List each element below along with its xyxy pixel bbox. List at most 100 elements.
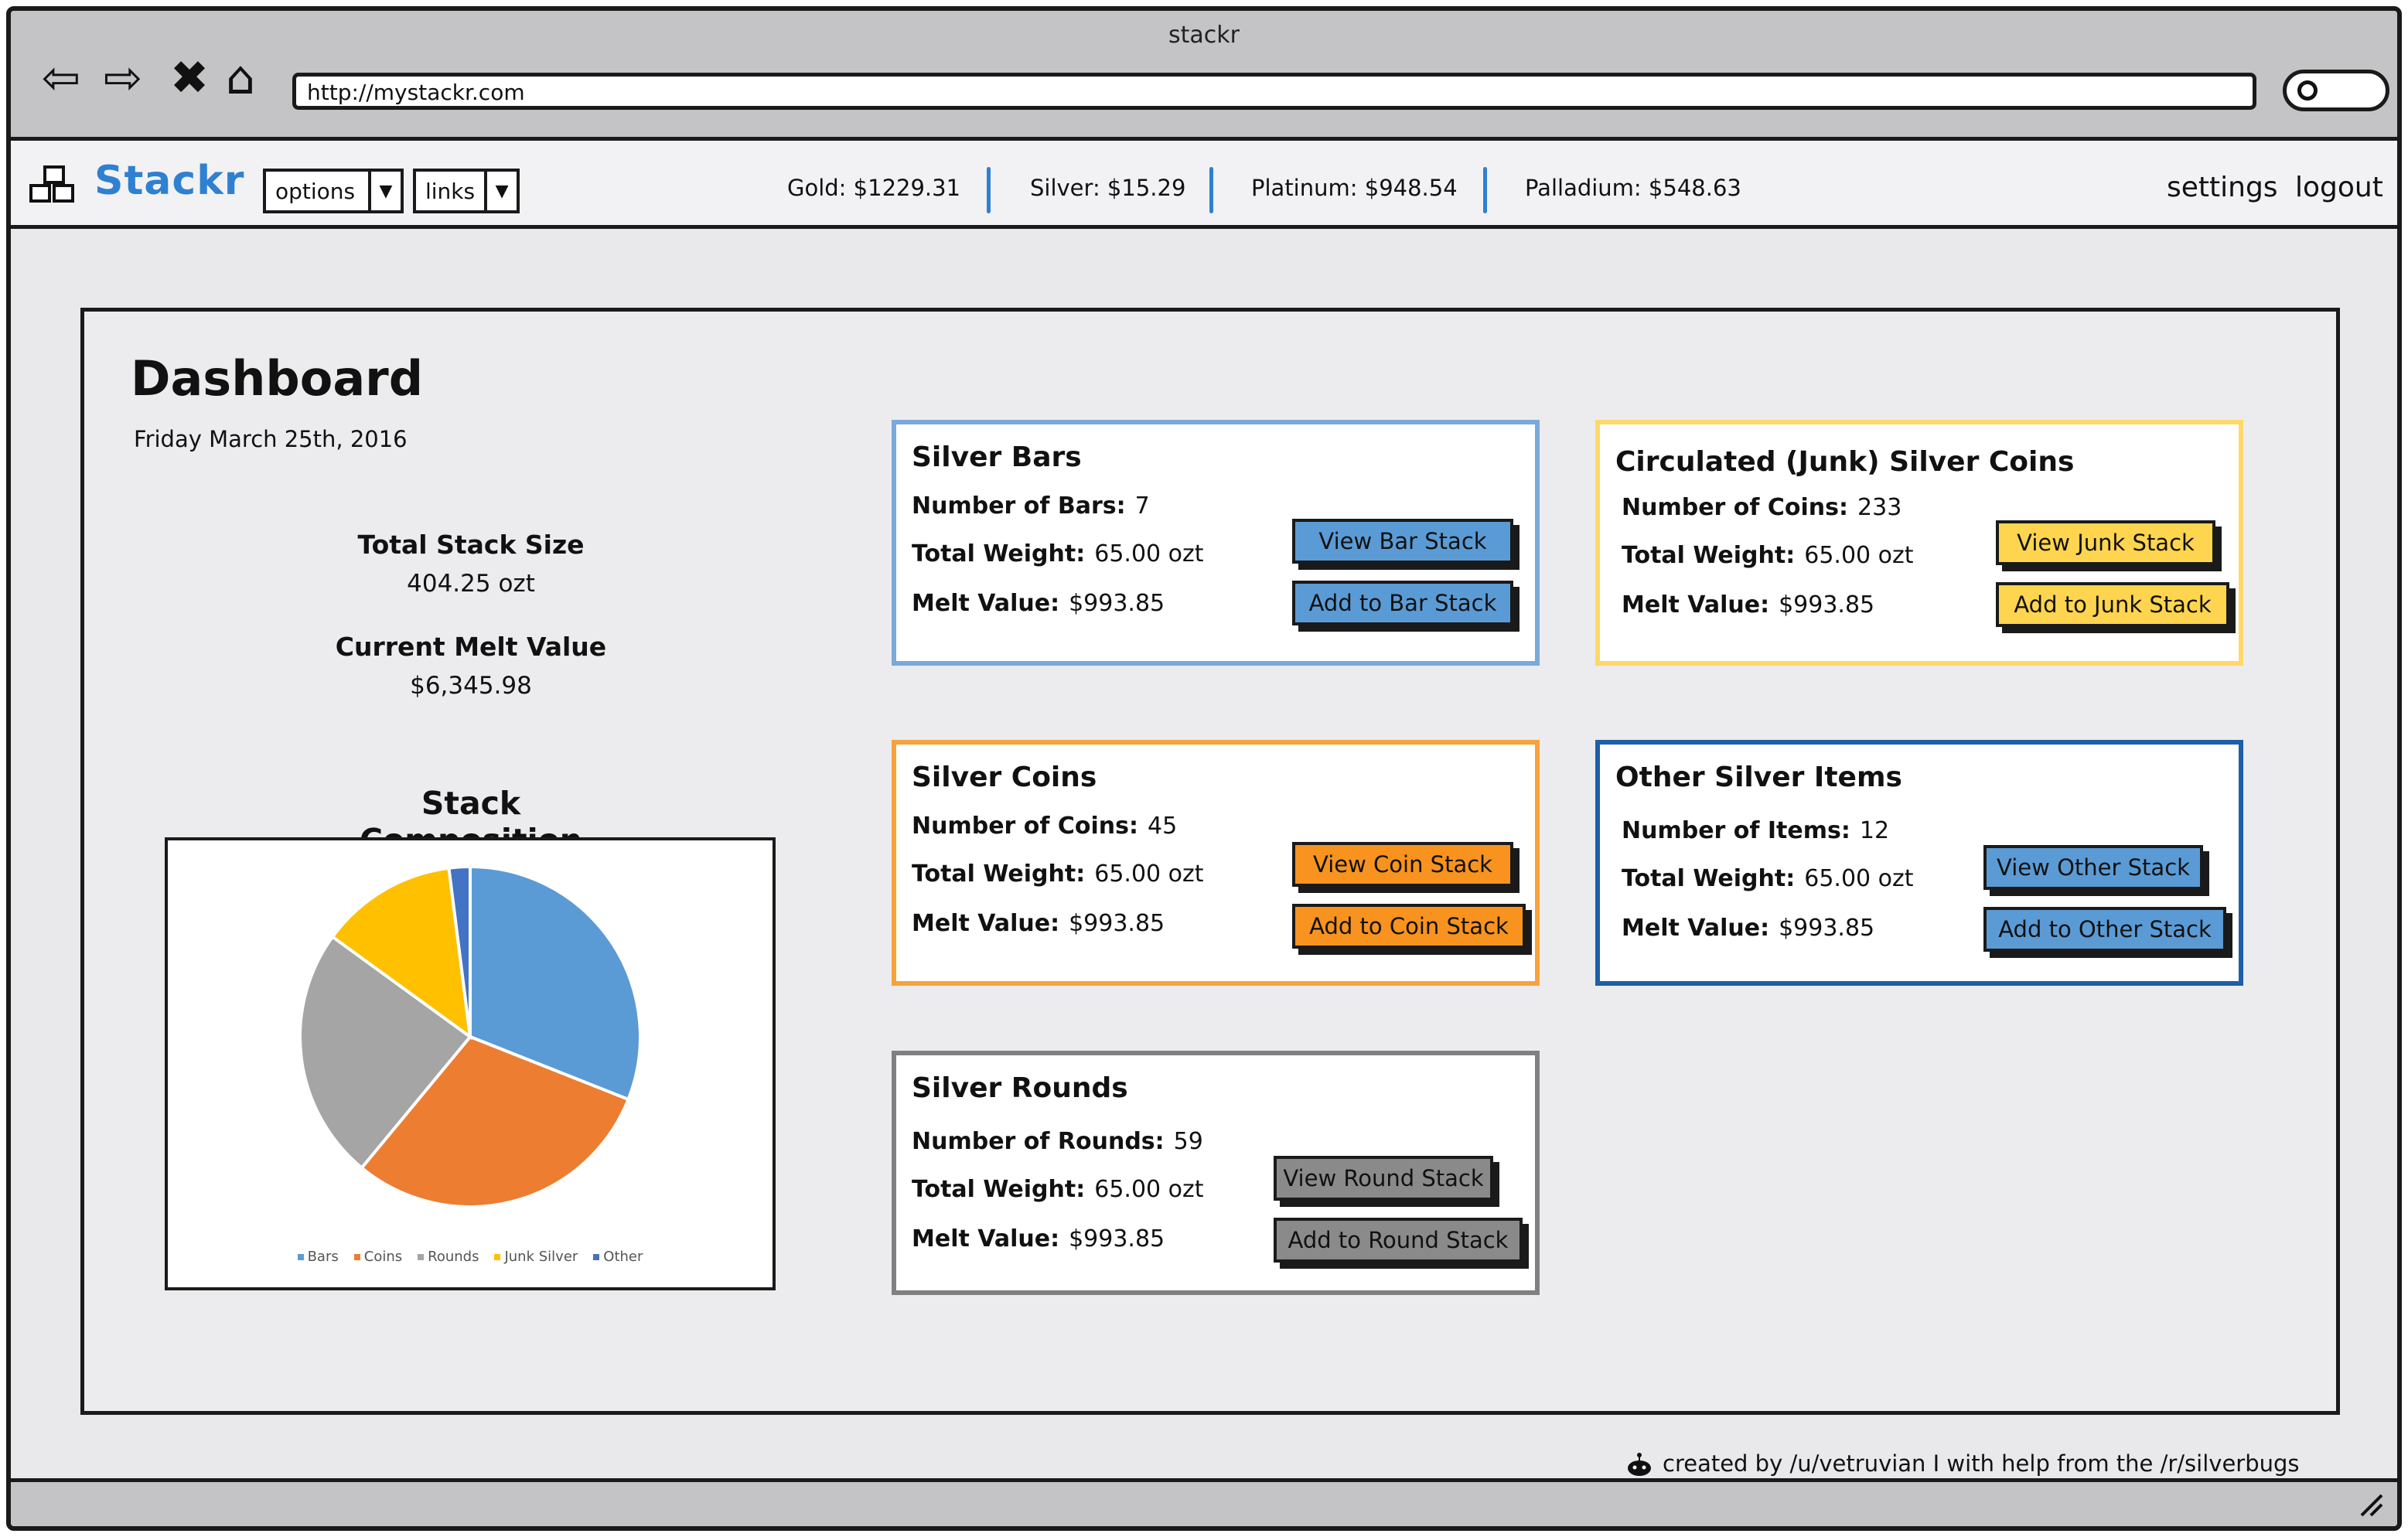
melt-row: Melt Value: $993.85 <box>1622 591 1874 619</box>
legend-swatch <box>297 1254 304 1260</box>
weight-label: Total Weight: <box>1622 542 1796 569</box>
add-junk-stack-button[interactable]: Add to Junk Stack <box>1996 582 2229 627</box>
brand-logo-text[interactable]: Stackr <box>94 158 244 204</box>
browser-window: stackr ⇦ ⇨ ✖ ⌂ http://mystackr.com Stack… <box>6 6 2402 1531</box>
logout-link[interactable]: logout <box>2295 172 2383 203</box>
resize-grip-icon[interactable] <box>2355 1489 2386 1520</box>
card-title: Silver Bars <box>912 441 1082 473</box>
other-silver-card: Other Silver Items Number of Items: 12 To… <box>1595 740 2243 986</box>
count-row: Number of Coins: 233 <box>1622 494 1902 521</box>
count-label: Number of Coins: <box>912 813 1139 840</box>
dashboard-panel: Dashboard Friday March 25th, 2016 Total … <box>80 308 2340 1415</box>
melt-value: $993.85 <box>1069 1225 1165 1252</box>
view-other-stack-button[interactable]: View Other Stack <box>1983 845 2203 890</box>
stack-composition-chart: Bars Coins Rounds Junk Silver Other <box>165 837 776 1290</box>
melt-label: Melt Value: <box>912 590 1060 617</box>
back-arrow-icon[interactable]: ⇦ <box>34 51 88 105</box>
add-round-stack-button[interactable]: Add to Round Stack <box>1274 1218 1523 1263</box>
legend-label: Junk Silver <box>504 1249 578 1265</box>
legend-label: Bars <box>307 1249 339 1265</box>
melt-value-value: $6,345.98 <box>410 672 532 700</box>
legend-swatch <box>353 1254 360 1260</box>
status-bar <box>11 1478 2397 1526</box>
view-junk-stack-button[interactable]: View Junk Stack <box>1996 520 2215 565</box>
count-label: Number of Coins: <box>1622 494 1849 521</box>
legend-swatch <box>494 1254 501 1260</box>
legend-item-coins: Coins <box>353 1249 402 1265</box>
total-stack-value: 404.25 ozt <box>407 570 535 598</box>
divider <box>987 167 991 213</box>
weight-value: 65.00 ozt <box>1094 861 1204 888</box>
chevron-down-icon: ▼ <box>368 172 401 210</box>
weight-row: Total Weight: 65.00 ozt <box>912 540 1204 567</box>
weight-label: Total Weight: <box>1622 865 1796 892</box>
links-dropdown[interactable]: links ▼ <box>413 169 520 213</box>
options-dropdown[interactable]: options ▼ <box>263 169 404 213</box>
melt-label: Melt Value: <box>912 910 1060 937</box>
settings-link[interactable]: settings <box>2167 172 2278 203</box>
weight-value: 65.00 ozt <box>1094 540 1204 567</box>
melt-row: Melt Value: $993.85 <box>912 590 1165 617</box>
weight-value: 65.00 ozt <box>1094 1176 1204 1203</box>
silver-bars-card: Silver Bars Number of Bars: 7 Total Weigh… <box>892 420 1540 666</box>
count-value: 233 <box>1857 494 1902 521</box>
home-icon[interactable]: ⌂ <box>213 51 268 105</box>
view-bar-stack-button[interactable]: View Bar Stack <box>1292 519 1513 564</box>
search-icon <box>2297 80 2318 101</box>
stop-icon[interactable]: ✖ <box>162 51 217 105</box>
weight-value: 65.00 ozt <box>1804 542 1914 569</box>
card-title: Silver Coins <box>912 762 1097 793</box>
melt-row: Melt Value: $993.85 <box>912 910 1165 937</box>
view-coin-stack-button[interactable]: View Coin Stack <box>1292 842 1513 887</box>
legend-item-junk-silver: Junk Silver <box>494 1249 578 1265</box>
melt-value: $993.85 <box>1069 590 1165 617</box>
reddit-icon <box>1628 1453 1651 1476</box>
palladium-price: Palladium: $548.63 <box>1525 175 1741 201</box>
gold-price: Gold: $1229.31 <box>787 175 961 201</box>
count-value: 12 <box>1859 817 1890 844</box>
melt-label: Melt Value: <box>1622 591 1770 619</box>
browser-chrome: stackr ⇦ ⇨ ✖ ⌂ http://mystackr.com <box>11 11 2397 141</box>
melt-row: Melt Value: $993.85 <box>1622 915 1874 942</box>
weight-label: Total Weight: <box>912 1176 1086 1203</box>
silver-coins-card: Silver Coins Number of Coins: 45 Total We… <box>892 740 1540 986</box>
links-dropdown-label: links <box>425 178 476 204</box>
legend-label: Rounds <box>428 1249 479 1265</box>
weight-row: Total Weight: 65.00 ozt <box>912 861 1204 888</box>
melt-value: $993.85 <box>1779 915 1875 942</box>
options-dropdown-label: options <box>275 178 356 204</box>
stack-logo-icon <box>29 165 74 203</box>
weight-value: 65.00 ozt <box>1804 865 1914 892</box>
melt-label: Melt Value: <box>1622 915 1770 942</box>
dashboard-date: Friday March 25th, 2016 <box>134 426 408 452</box>
count-row: Number of Bars: 7 <box>912 492 1150 520</box>
divider <box>1483 167 1487 213</box>
legend-item-other: Other <box>593 1249 643 1265</box>
card-title: Circulated (Junk) Silver Coins <box>1615 446 2075 478</box>
silver-rounds-card: Silver Rounds Number of Rounds: 59 Total … <box>892 1051 1540 1295</box>
weight-label: Total Weight: <box>912 540 1086 567</box>
url-bar[interactable]: http://mystackr.com <box>292 73 2256 110</box>
add-coin-stack-button[interactable]: Add to Coin Stack <box>1292 904 1526 949</box>
count-value: 59 <box>1173 1128 1203 1155</box>
count-value: 7 <box>1134 492 1150 520</box>
card-title: Silver Rounds <box>912 1072 1128 1104</box>
weight-row: Total Weight: 65.00 ozt <box>912 1176 1204 1203</box>
legend-label: Other <box>603 1249 643 1265</box>
browser-search-field[interactable] <box>2283 70 2389 111</box>
view-round-stack-button[interactable]: View Round Stack <box>1274 1156 1493 1201</box>
legend-item-bars: Bars <box>297 1249 339 1265</box>
chart-legend: Bars Coins Rounds Junk Silver Other <box>168 1249 773 1265</box>
page-title: Dashboard <box>131 350 424 407</box>
forward-arrow-icon[interactable]: ⇨ <box>96 51 150 105</box>
add-other-stack-button[interactable]: Add to Other Stack <box>1983 907 2226 952</box>
legend-swatch <box>418 1254 425 1260</box>
pie-chart <box>298 864 642 1208</box>
count-label: Number of Items: <box>1622 817 1850 844</box>
weight-label: Total Weight: <box>912 861 1086 888</box>
add-bar-stack-button[interactable]: Add to Bar Stack <box>1292 581 1513 625</box>
app-header: Stackr options ▼ links ▼ Gold: $1229.31 … <box>11 141 2397 229</box>
count-value: 45 <box>1148 813 1178 840</box>
count-label: Number of Bars: <box>912 492 1126 520</box>
legend-item-rounds: Rounds <box>418 1249 479 1265</box>
